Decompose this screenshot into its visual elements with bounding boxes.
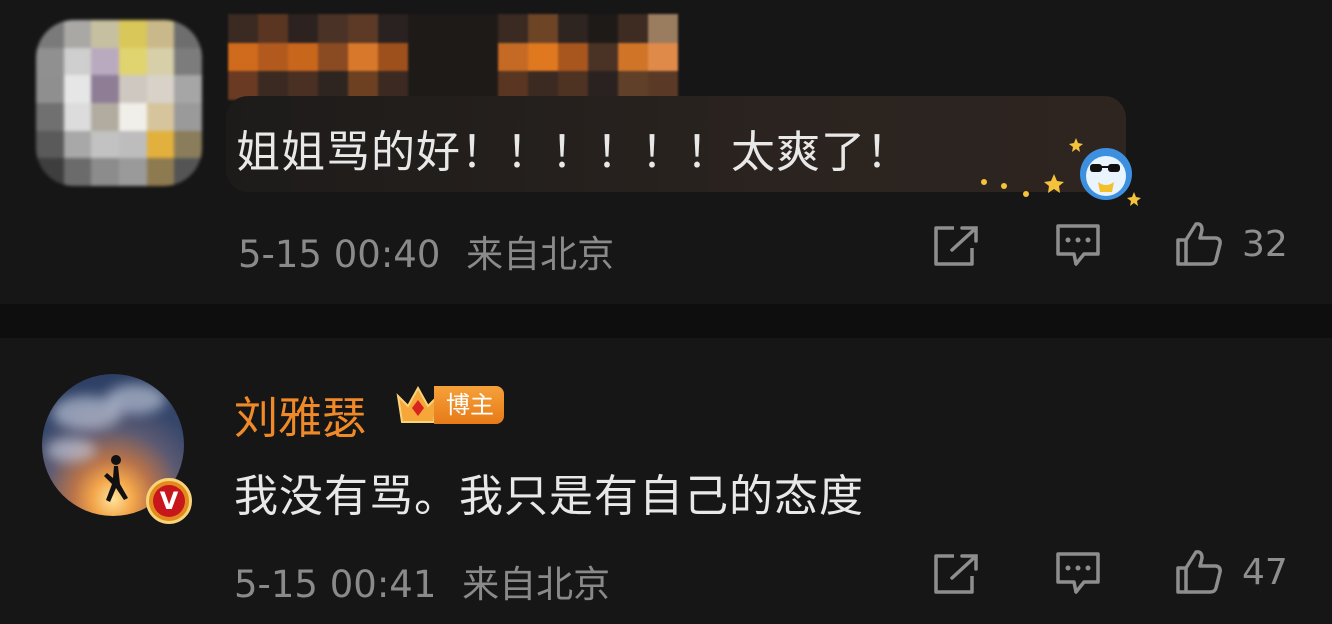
share-icon xyxy=(934,554,978,594)
comment-item: V 刘雅瑟 博主 我没有骂。我只是有自己的态度 5-15 00:41 来自北京 … xyxy=(0,338,1332,624)
like-count: 47 xyxy=(1242,551,1288,593)
runner-silhouette-icon xyxy=(104,455,128,502)
author-name[interactable]: 刘雅瑟 xyxy=(234,382,366,446)
timestamp: 5-15 00:40 xyxy=(238,233,441,276)
sparkle-stars-icon xyxy=(981,138,1141,206)
author-name-blurred[interactable] xyxy=(228,14,678,101)
location: 来自北京 xyxy=(462,563,611,606)
like-count: 32 xyxy=(1242,223,1288,265)
comment-meta: 5-15 00:41 来自北京 xyxy=(234,554,610,608)
location: 来自北京 xyxy=(466,233,615,276)
share-button[interactable] xyxy=(932,552,980,596)
share-button[interactable] xyxy=(932,224,980,268)
like-button[interactable]: 32 xyxy=(1174,220,1288,268)
verified-badge: V xyxy=(146,478,192,524)
comment-item: 姐姐骂的好！！！！！！太爽了！ 5-15 00:40 来自北京 32 xyxy=(0,0,1332,304)
comment-divider xyxy=(0,304,1332,338)
badge-label: 博主 xyxy=(434,386,504,424)
comment-button[interactable] xyxy=(1054,222,1102,268)
thumbs-up-icon xyxy=(1176,222,1222,266)
like-button[interactable]: 47 xyxy=(1174,548,1288,596)
comment-button[interactable] xyxy=(1054,550,1102,596)
thumbs-up-icon xyxy=(1176,550,1222,594)
avatar-blurred[interactable] xyxy=(36,20,202,186)
comment-text: 姐姐骂的好！！！！！！太爽了！ xyxy=(236,127,911,178)
timestamp: 5-15 00:41 xyxy=(234,563,437,606)
share-icon xyxy=(934,226,978,266)
comment-text: 我没有骂。我只是有自己的态度 xyxy=(234,471,864,522)
comment-meta: 5-15 00:40 来自北京 xyxy=(238,224,614,278)
comment-icon xyxy=(1056,224,1100,266)
blogger-badge[interactable]: 博主 xyxy=(394,382,504,428)
comment-icon xyxy=(1056,552,1100,594)
